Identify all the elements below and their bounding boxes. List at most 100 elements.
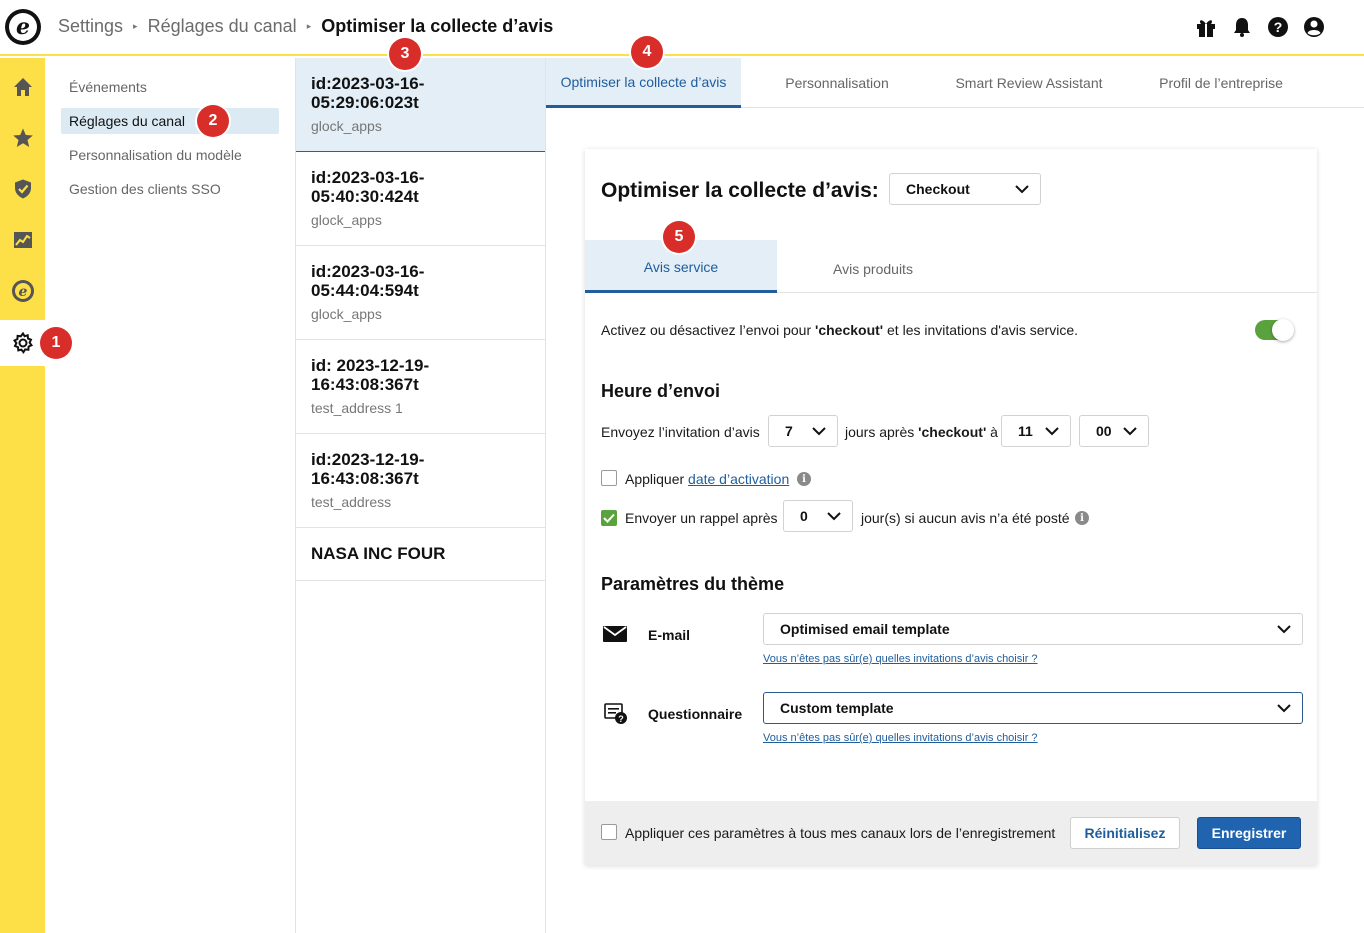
help-icon[interactable]: ? xyxy=(1266,15,1290,39)
analytics-icon xyxy=(13,232,32,248)
channel-id: NASA INC FOUR xyxy=(311,544,446,563)
activation-date-checkbox[interactable] xyxy=(601,470,617,486)
envelope-icon xyxy=(603,626,627,642)
days-after-text: jours après xyxy=(845,424,919,440)
annotation-marker-5: 5 xyxy=(663,221,695,253)
trigger-select-value: Checkout xyxy=(906,181,970,197)
annotation-marker-4: 4 xyxy=(631,36,663,68)
channel-list-item[interactable]: id: 2023-12-19-16:43:08:367t test_addres… xyxy=(296,340,545,434)
rail-analytics[interactable] xyxy=(0,217,45,263)
trusted-shops-icon: e xyxy=(11,280,34,302)
card-title: Optimiser la collecte d’avis: xyxy=(601,179,879,202)
channel-list-item[interactable]: NASA INC FOUR xyxy=(296,528,545,581)
apply-all-channels-label: Appliquer ces paramètres à tous mes cana… xyxy=(625,825,1056,841)
activation-description: Activez ou désactivez l’envoi pour 'chec… xyxy=(601,322,1078,338)
subnav-item-channel-settings[interactable]: Réglages du canal xyxy=(61,108,279,134)
save-button[interactable]: Enregistrer xyxy=(1197,817,1301,849)
questionnaire-template-value: Custom template xyxy=(780,700,894,716)
activation-toggle[interactable] xyxy=(1255,319,1294,341)
svg-text:e: e xyxy=(18,284,27,300)
reminder-days-value: 0 xyxy=(800,508,808,524)
info-icon[interactable]: i xyxy=(1075,511,1089,525)
channel-name: glock_apps xyxy=(311,212,382,228)
channel-id: id:2023-03-16-05:29:06:023t xyxy=(311,74,425,112)
reminder-checkbox[interactable] xyxy=(601,510,617,526)
days-after-suffix: à xyxy=(986,424,998,440)
rail-home[interactable] xyxy=(0,64,45,110)
chevron-down-icon xyxy=(1277,704,1291,713)
minute-select-value: 00 xyxy=(1096,423,1112,439)
trusted-shops-logo[interactable]: e xyxy=(5,9,41,45)
activation-text-before: Activez ou désactivez l’envoi pour xyxy=(601,322,815,338)
rail-reviews[interactable] xyxy=(0,115,45,161)
settings-tabs: Optimiser la collecte d’avis Personnalis… xyxy=(546,58,1364,108)
chevron-down-icon xyxy=(1123,427,1137,436)
trigger-select[interactable]: Checkout xyxy=(889,173,1041,205)
checkmark-icon xyxy=(603,513,615,523)
channel-id: id:2023-12-19-16:43:08:367t xyxy=(311,450,425,488)
send-time-heading: Heure d’envoi xyxy=(601,381,721,401)
info-icon[interactable]: i xyxy=(797,472,811,486)
home-icon xyxy=(13,78,32,96)
rail-trustmark[interactable] xyxy=(0,166,45,212)
svg-text:?: ? xyxy=(1274,19,1283,35)
rail-settings[interactable] xyxy=(0,320,45,366)
annotation-marker-3: 3 xyxy=(389,38,421,70)
questionnaire-help-link[interactable]: Vous n’êtes pas sûr(e) quelles invitatio… xyxy=(763,732,1038,744)
questionnaire-template-select[interactable]: Custom template xyxy=(763,692,1303,724)
breadcrumb-channel-settings[interactable]: Réglages du canal xyxy=(148,16,297,37)
questionnaire-label: Questionnaire xyxy=(648,706,743,722)
channel-list-item[interactable]: id:2023-03-16-05:40:30:424t glock_apps xyxy=(296,152,545,246)
activation-text-after: et les invitations d'avis service. xyxy=(883,322,1078,338)
tab-product-reviews[interactable]: Avis produits xyxy=(777,240,969,293)
chevron-down-icon xyxy=(812,427,826,436)
email-label: E-mail xyxy=(648,627,691,643)
days-select[interactable]: 7 xyxy=(768,415,838,447)
subnav-item-sso-clients[interactable]: Gestion des clients SSO xyxy=(61,176,279,202)
settings-card: Optimiser la collecte d’avis: Checkout A… xyxy=(585,149,1317,865)
email-template-select[interactable]: Optimised email template xyxy=(763,613,1303,645)
reminder-days-select[interactable]: 0 xyxy=(783,500,853,532)
tab-company-profile[interactable]: Profil de l’entreprise xyxy=(1125,58,1317,108)
activation-date-link[interactable]: date d’activation xyxy=(688,471,789,487)
activation-date-label: Appliquer date d’activation xyxy=(625,471,789,487)
main-nav-rail: e xyxy=(0,58,45,933)
breadcrumb-settings[interactable]: Settings xyxy=(58,16,123,37)
minute-select[interactable]: 00 xyxy=(1079,415,1149,447)
card-footer: Appliquer ces paramètres à tous mes cana… xyxy=(585,801,1317,865)
send-invitation-label: Envoyez l’invitation d’avis xyxy=(601,424,760,440)
annotation-marker-1: 1 xyxy=(40,327,72,359)
review-type-tabs: Avis service Avis produits xyxy=(585,240,1317,293)
activation-date-text: Appliquer xyxy=(625,471,689,487)
apply-all-channels-checkbox[interactable] xyxy=(601,824,617,840)
breadcrumb-current: Optimiser la collecte d’avis xyxy=(321,16,554,36)
reset-button[interactable]: Réinitialisez xyxy=(1070,817,1180,849)
gear-icon xyxy=(12,331,33,354)
bell-icon[interactable] xyxy=(1230,15,1254,39)
email-help-link[interactable]: Vous n’êtes pas sûr(e) quelles invitatio… xyxy=(763,653,1038,665)
channel-list-item[interactable]: id:2023-03-16-05:29:06:023t glock_apps xyxy=(296,58,545,152)
channel-list-item[interactable]: id:2023-03-16-05:44:04:594t glock_apps xyxy=(296,246,545,340)
tab-personalization[interactable]: Personnalisation xyxy=(741,58,933,108)
days-after-trigger: 'checkout' xyxy=(918,424,987,440)
subnav-item-template-customization[interactable]: Personnalisation du modèle xyxy=(61,142,279,168)
days-after-label: jours après 'checkout' à xyxy=(845,424,998,440)
questionnaire-icon: ? xyxy=(604,703,627,724)
channel-name: glock_apps xyxy=(311,118,382,134)
gift-icon[interactable] xyxy=(1194,15,1218,39)
tab-smart-review-assistant[interactable]: Smart Review Assistant xyxy=(933,58,1125,108)
toggle-knob xyxy=(1272,319,1294,341)
email-template-value: Optimised email template xyxy=(780,621,950,637)
rail-trusted-shops[interactable]: e xyxy=(0,268,45,314)
subnav-item-events[interactable]: Événements xyxy=(61,74,279,100)
channel-list: id:2023-03-16-05:29:06:023t glock_apps i… xyxy=(295,58,546,933)
header-actions: ? xyxy=(1194,15,1326,39)
channel-id: id: 2023-12-19-16:43:08:367t xyxy=(311,356,430,394)
user-account-icon[interactable] xyxy=(1302,15,1326,39)
logo-e-icon: e xyxy=(9,13,37,41)
chevron-down-icon xyxy=(1277,625,1291,634)
reminder-suffix: jour(s) si aucun avis n’a été posté xyxy=(861,510,1070,526)
settings-subnav: Événements Réglages du canal Personnalis… xyxy=(45,58,295,933)
channel-list-item[interactable]: id:2023-12-19-16:43:08:367t test_address xyxy=(296,434,545,528)
hour-select[interactable]: 11 xyxy=(1001,415,1071,447)
